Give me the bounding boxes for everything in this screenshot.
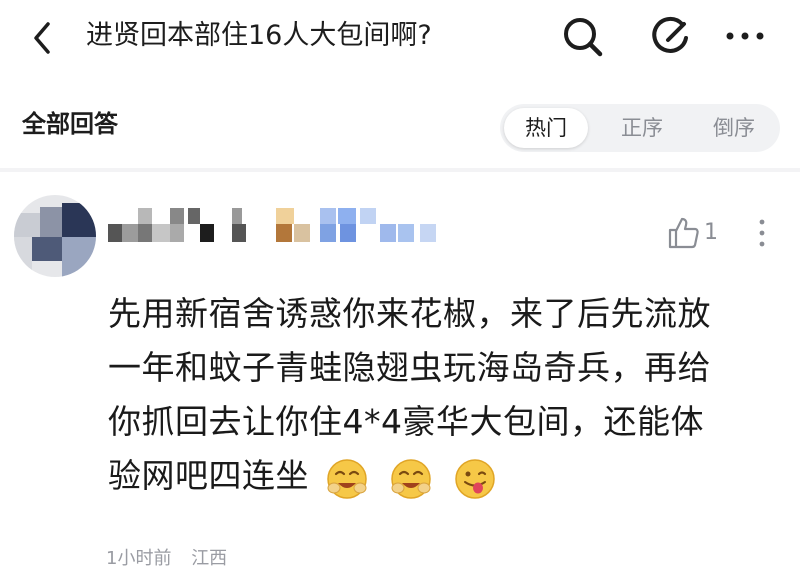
sort-ascending-tab[interactable]: 正序 — [602, 108, 682, 148]
thumbs-up-icon — [666, 216, 700, 250]
answer-line-last: 验网吧四连坐 — [108, 449, 788, 505]
answer-line: 验网吧四连坐 — [108, 456, 309, 495]
sort-hot-tab[interactable]: 热门 — [504, 108, 588, 148]
answer-meta: 1小时前 江西 — [106, 544, 241, 570]
laughing-face-emoji — [389, 457, 433, 501]
compose-icon[interactable] — [648, 14, 694, 60]
chevron-left-icon[interactable] — [28, 18, 58, 58]
answer-time: 1小时前 — [106, 548, 172, 569]
avatar[interactable] — [14, 195, 96, 277]
answer-content: 先用新宿舍诱惑你来花椒，来了后先流放 一年和蚊子青蛙隐翅虫玩海岛奇兵，再给 你抓… — [108, 287, 788, 505]
answers-header: 全部回答 热门 正序 倒序 — [0, 90, 800, 172]
tongue-out-face-emoji — [453, 457, 497, 501]
more-icon[interactable] — [722, 16, 768, 56]
answer-location: 江西 — [191, 548, 228, 569]
question-title: 进贤回本部住16人大包间啊? — [86, 20, 432, 51]
emoji-group — [325, 451, 517, 505]
answer-line: 你抓回去让你住4*4豪华大包间，还能体 — [108, 402, 704, 441]
sort-toggle: 热门 正序 倒序 — [500, 104, 780, 152]
laughing-face-emoji — [325, 457, 369, 501]
like-count: 1 — [704, 220, 718, 245]
search-icon[interactable] — [560, 14, 606, 60]
answer-more-icon[interactable] — [752, 216, 772, 250]
answer-line: 一年和蚊子青蛙隐翅虫玩海岛奇兵，再给 — [108, 348, 711, 387]
answer-line: 先用新宿舍诱惑你来花椒，来了后先流放 — [108, 294, 711, 333]
section-title: 全部回答 — [22, 110, 118, 138]
author-name-blurred[interactable] — [108, 208, 438, 244]
top-bar: 进贤回本部住16人大包间啊? — [0, 0, 800, 80]
sort-descending-tab[interactable]: 倒序 — [692, 108, 776, 148]
